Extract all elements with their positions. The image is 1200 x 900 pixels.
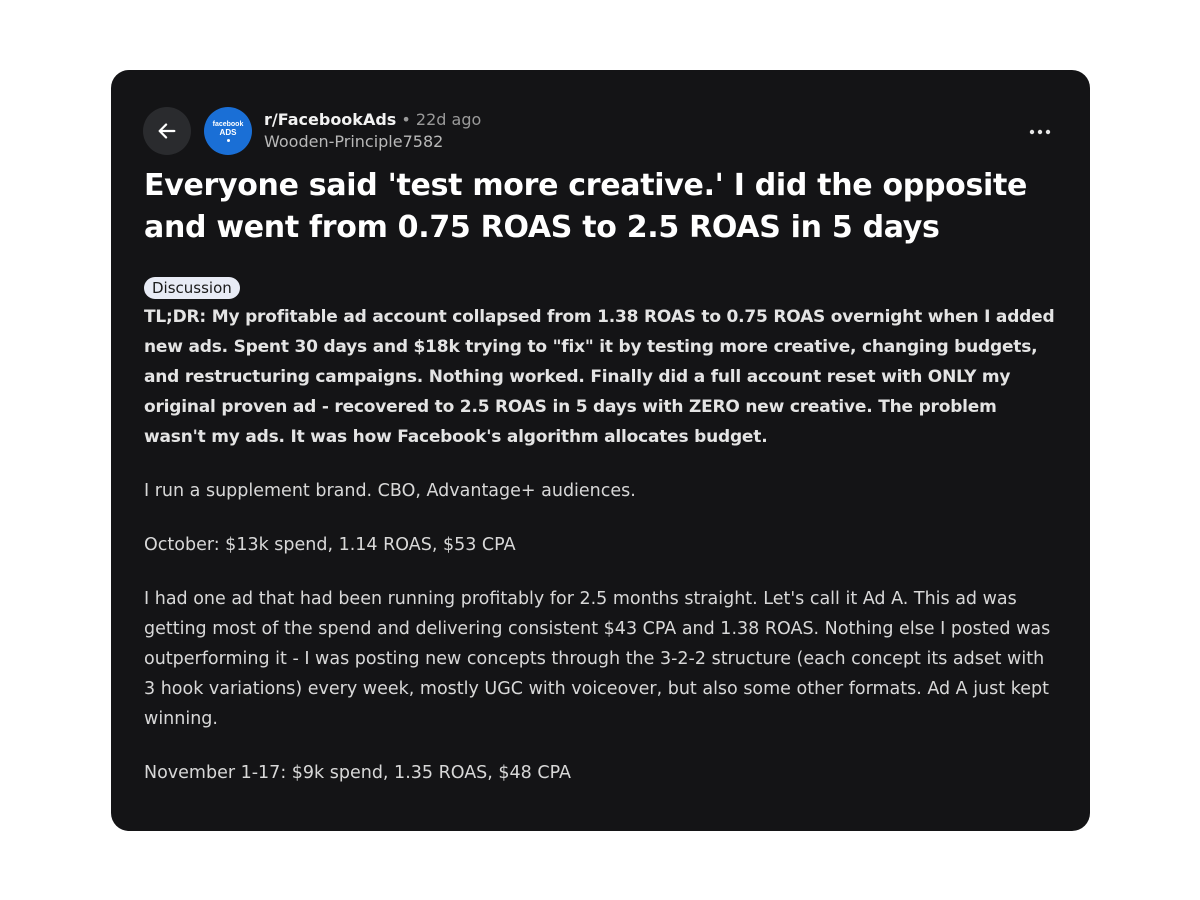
post-body: TL;DR: My profitable ad account collapse… <box>144 302 1059 788</box>
avatar-dot <box>226 138 230 142</box>
author-link[interactable]: Wooden-Principle7582 <box>264 131 481 153</box>
post-paragraph: I had one ad that had been running profi… <box>144 589 1051 729</box>
post-meta: r/FacebookAds • 22d ago Wooden-Principle… <box>264 109 481 153</box>
more-options-button[interactable] <box>1022 114 1058 150</box>
post-age: 22d ago <box>415 110 482 129</box>
post-paragraph: October: $13k spend, 1.14 ROAS, $53 CPA <box>144 535 516 555</box>
post-paragraph: I run a supplement brand. CBO, Advantage… <box>144 481 636 501</box>
post-paragraph-tldr: TL;DR: My profitable ad account collapse… <box>144 307 1055 447</box>
avatar-logo-text: facebook <box>212 120 244 128</box>
post-card: facebook ADS r/FacebookAds • 22d ago Woo… <box>111 70 1090 831</box>
post-flair[interactable]: Discussion <box>144 277 240 299</box>
subreddit-avatar[interactable]: facebook ADS <box>204 107 252 155</box>
more-horizontal-icon <box>1029 129 1051 135</box>
arrow-left-icon <box>158 123 176 139</box>
post-paragraph: November 1-17: $9k spend, 1.35 ROAS, $48… <box>144 763 572 783</box>
subreddit-link[interactable]: r/FacebookAds <box>264 110 396 129</box>
post-title: Everyone said 'test more creative.' I di… <box>144 168 1028 245</box>
avatar-logo-subtext: ADS <box>219 127 237 137</box>
back-button[interactable] <box>143 107 191 155</box>
meta-separator: • <box>401 110 411 129</box>
